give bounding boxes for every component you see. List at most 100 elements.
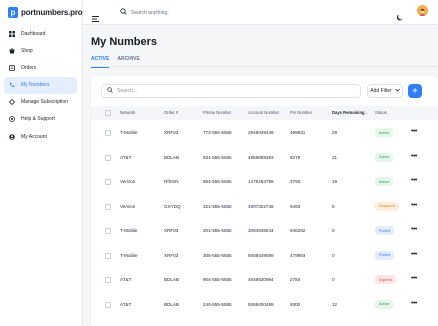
cell-pin: 8279 [290, 154, 301, 160]
sidebar-item-label: My Account [21, 133, 47, 140]
status-badge: Ported [375, 250, 395, 260]
sidebar-item-my-account[interactable]: My Account [4, 128, 77, 145]
column-header-days-remaining[interactable]: Days Remaining ↓ [332, 110, 368, 115]
cell-pin: 479993 [290, 252, 306, 258]
add-filter-button[interactable]: Add Filter [367, 84, 403, 98]
search-icon [107, 87, 113, 95]
cell-pin: 499931 [290, 130, 306, 135]
more-horizontal-icon[interactable]: ••• [411, 128, 417, 135]
table-search-input[interactable]: Search... [117, 88, 137, 94]
cell-days-remaining: 21 [332, 154, 338, 160]
cell-days-remaining: 0 [332, 252, 335, 258]
more-horizontal-icon[interactable]: ••• [411, 202, 417, 209]
global-search-input[interactable]: Search anything.. [131, 10, 170, 16]
cell-order: BDLAB [164, 277, 180, 282]
row-checkbox[interactable] [105, 130, 111, 136]
moon-icon[interactable] [396, 8, 404, 21]
status-badge: Active [375, 152, 394, 162]
phone-icon [9, 82, 15, 88]
cell-order: GXYDQ [164, 203, 181, 209]
row-checkbox[interactable] [105, 301, 111, 308]
cell-phone: 954-555-5555 [203, 179, 232, 184]
cell-phone: 305-555-5555 [203, 252, 232, 258]
tabs-divider [91, 66, 438, 67]
cell-order: RfSON [164, 179, 179, 184]
orders-icon [9, 64, 15, 71]
grid-icon [9, 30, 15, 37]
cell-account: 1479494799 [248, 179, 274, 184]
more-horizontal-icon[interactable]: ••• [411, 251, 417, 258]
cell-account: 4997302749 [248, 203, 274, 209]
sidebar-item-dashboard[interactable]: Dashboard [4, 25, 77, 42]
cell-phone: 773-555-5555 [203, 130, 232, 135]
brand-logo[interactable]: p portnumbers.pro [8, 7, 83, 18]
sidebar-item-label: Dashboard [21, 30, 46, 37]
more-horizontal-icon[interactable]: ••• [411, 226, 417, 233]
menu-icon[interactable] [92, 9, 99, 22]
cell-days-remaining: 0 [332, 277, 335, 282]
cell-pin: 3793 [290, 179, 301, 184]
sidebar-item-manage-subscription[interactable]: Manage Subscription [4, 94, 77, 111]
sidebar-nav: Dashboard Shop Orders My Numbers Manage … [4, 25, 77, 145]
cell-pin: 2784 [290, 277, 301, 282]
row-checkbox[interactable] [105, 203, 111, 210]
table-row[interactable]: AT&T BDLAB 631-555-5555 4958889393 8279 21 Act… [91, 146, 438, 171]
sidebar-item-label: My Numbers [21, 82, 50, 89]
sidebar-item-label: Shop [21, 47, 33, 54]
sidebar-item-my-numbers[interactable]: My Numbers [4, 76, 77, 94]
row-checkbox[interactable] [105, 277, 111, 283]
global-search[interactable]: Search anything.. [120, 8, 170, 17]
table-row[interactable]: T-Mobile XRF03 201-555-5555 3094948044 94628… [91, 219, 438, 244]
cell-network: T-Mobile [120, 130, 138, 135]
subscription-icon [9, 99, 15, 106]
cell-account: 9268400489 [248, 301, 274, 307]
cell-account: 3094948044 [248, 228, 274, 233]
cell-phone: 240-555-5555 [203, 301, 232, 307]
cell-days-remaining: 29 [332, 130, 338, 135]
more-horizontal-icon[interactable]: ••• [411, 275, 417, 282]
cell-pin: 946282 [290, 228, 306, 233]
sidebar-item-label: Manage Subscription [21, 99, 68, 106]
more-horizontal-icon[interactable]: ••• [411, 300, 417, 307]
select-all-checkbox[interactable] [105, 110, 111, 116]
cell-days-remaining: 5 [332, 203, 335, 209]
search-icon [120, 8, 127, 17]
cell-network: AT&T [120, 154, 132, 160]
more-horizontal-icon[interactable]: ••• [411, 153, 417, 160]
column-header-status[interactable]: Status [375, 110, 387, 115]
row-checkbox[interactable] [105, 228, 111, 234]
cell-network: Verizon [120, 179, 136, 184]
sidebar-item-label: Orders [21, 64, 37, 71]
page-title: My Numbers [91, 36, 158, 48]
add-number-button[interactable]: + [408, 84, 422, 98]
sidebar-item-shop[interactable]: Shop [4, 42, 77, 59]
table-row[interactable]: Verizon RfSON 954-555-5555 1479494799 3793 19… [91, 170, 438, 195]
table-row[interactable]: T-Mobile XRF03 305-555-5555 9408449099 47999… [91, 244, 438, 269]
status-badge: Active [375, 299, 394, 309]
row-checkbox[interactable] [105, 179, 111, 185]
cell-network: T-Mobile [120, 252, 138, 258]
topbar: Search anything.. [83, 0, 438, 25]
sidebar-item-help-support[interactable]: Help & Support [4, 111, 77, 128]
user-avatar[interactable] [417, 5, 428, 16]
column-header-account[interactable]: Account Number [248, 110, 279, 115]
table-row[interactable]: AT&T BDLAB 240-555-5555 9268400489 9300 12 Act… [91, 293, 438, 318]
column-header-network[interactable]: Network [120, 110, 135, 115]
row-checkbox[interactable] [105, 154, 111, 161]
column-header-order[interactable]: Order # [164, 110, 178, 115]
cell-days-remaining: 0 [332, 228, 335, 233]
table-search[interactable]: Search... [101, 84, 361, 98]
table-row[interactable]: T-Mobile XRF03 773-555-5555 2948049449 49993… [91, 121, 438, 146]
sidebar-item-orders[interactable]: Orders [4, 59, 77, 76]
cell-order: XRF03 [164, 252, 179, 258]
cell-days-remaining: 19 [332, 179, 338, 184]
column-header-phone[interactable]: Phone Number [203, 110, 231, 115]
status-badge: Ported [375, 226, 395, 235]
column-header-pin[interactable]: Pin Number [290, 110, 312, 115]
cell-phone: 904-555-5555 [203, 277, 232, 282]
more-horizontal-icon[interactable]: ••• [411, 177, 417, 184]
row-checkbox[interactable] [105, 252, 111, 259]
table-row[interactable]: Verizon GXYDQ 321-555-5555 4997302749 9493 5 R… [91, 195, 438, 220]
table-row[interactable]: AT&T BDLAB 904-555-5555 4846830994 2784 0 Expi… [91, 268, 438, 293]
chevron-down-icon [394, 88, 400, 94]
